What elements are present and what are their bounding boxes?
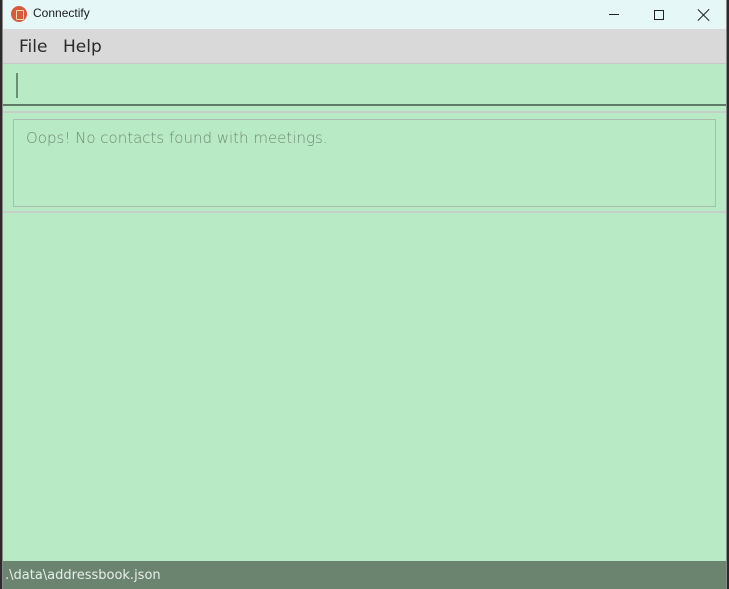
- menu-help[interactable]: Help: [63, 37, 102, 57]
- text-caret: [16, 73, 18, 98]
- result-display: Oops! No contacts found with meetings.: [13, 119, 716, 207]
- maximize-button[interactable]: [636, 0, 682, 29]
- result-message: Oops! No contacts found with meetings.: [26, 129, 328, 147]
- app-window: Connectify File Help Oops! No contacts f…: [2, 0, 727, 589]
- status-bar: .\data\addressbook.json: [3, 561, 726, 589]
- window-title: Connectify: [33, 6, 90, 20]
- maximize-icon: [654, 9, 664, 20]
- app-icon: [11, 6, 27, 22]
- menu-bar: File Help: [3, 29, 726, 64]
- contact-list-panel[interactable]: [3, 213, 726, 561]
- title-bar[interactable]: Connectify: [3, 0, 726, 29]
- divider: [3, 111, 726, 113]
- command-input[interactable]: [3, 65, 726, 106]
- minimize-icon: [609, 14, 619, 15]
- data-file-path: .\data\addressbook.json: [5, 568, 161, 583]
- menu-file[interactable]: File: [19, 37, 47, 57]
- close-button[interactable]: [681, 0, 726, 29]
- close-icon: [698, 9, 710, 21]
- minimize-button[interactable]: [591, 0, 637, 29]
